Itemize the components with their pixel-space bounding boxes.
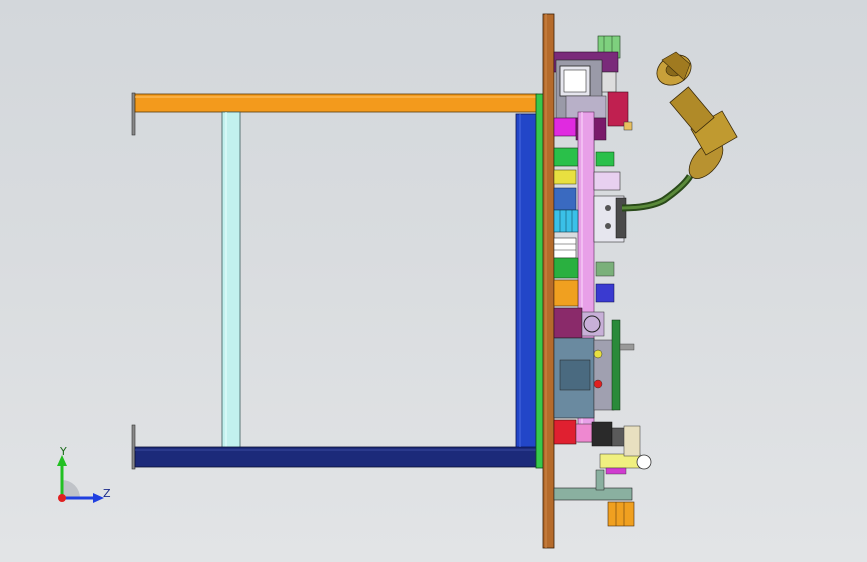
cad-viewport[interactable]: Y Z [0,0,867,562]
y-axis-label: Y [59,445,67,458]
red-block [553,419,577,445]
foot-bracket [553,487,633,501]
center-column [221,111,241,449]
blue-side-panel [515,113,537,448]
green-block [553,147,579,167]
left-bracket-top [131,92,136,136]
z-axis-label: Z [103,487,111,500]
orange-block [553,279,579,307]
left-bracket-bottom [131,424,136,470]
x-axis-dot [58,494,66,502]
coordinate-triad: Y Z [57,445,111,503]
welding-robot-arm[interactable] [621,49,738,212]
model-canvas[interactable]: Y Z [0,0,867,562]
frame-structure[interactable] [131,92,545,470]
bottom-orange-block [607,501,635,527]
magenta-block [553,117,577,137]
fixture-components[interactable] [553,35,652,527]
base-plate[interactable] [542,13,555,549]
